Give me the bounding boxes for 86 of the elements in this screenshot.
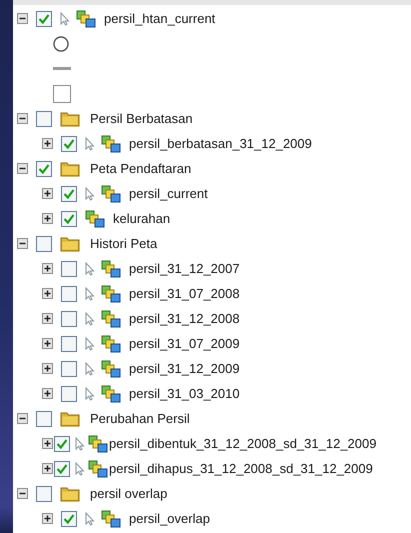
checkbox[interactable] [61,186,77,202]
expand-icon[interactable] [42,513,53,524]
layers-icon [88,460,108,478]
folder-icon [60,236,80,252]
cursor-icon[interactable] [85,186,95,200]
expand-icon[interactable] [42,388,53,399]
group-label[interactable]: Perubahan Persil [90,411,190,426]
folder-icon [60,410,80,426]
expand-icon[interactable] [42,438,53,449]
checkbox[interactable] [61,386,77,402]
layer-label[interactable]: persil_31_12_2007 [129,261,240,276]
layers-icon [101,134,121,152]
layer-label[interactable]: persil_31_12_2009 [129,361,240,376]
checkbox[interactable] [61,210,77,226]
group-label[interactable]: Histori Peta [90,236,158,251]
expand-icon[interactable] [42,138,53,149]
layer-label[interactable]: persil_dihapus_31_12_2008_sd_31_12_2009 [109,461,373,476]
folder-icon [60,486,80,502]
cursor-icon[interactable] [85,312,95,326]
checkbox[interactable] [61,336,77,352]
layer-label[interactable]: kelurahan [113,211,170,226]
cursor-icon[interactable] [85,512,95,526]
line-symbol-icon [53,67,71,70]
layer-label[interactable]: persil_31_07_2009 [129,336,240,351]
checkbox[interactable] [36,10,52,26]
layer-label[interactable]: persil_31_12_2008 [129,311,240,326]
layer-label[interactable]: persil_overlap [129,511,210,526]
collapse-icon[interactable] [17,113,28,124]
checkbox[interactable] [61,136,77,152]
group-label[interactable]: persil overlap [90,486,168,501]
folder-icon [60,160,80,176]
checkbox[interactable] [36,410,52,426]
checkbox[interactable] [61,360,77,376]
layers-icon [101,510,121,528]
checkbox[interactable] [54,460,70,476]
expand-icon[interactable] [42,338,53,349]
checkbox[interactable] [61,260,77,276]
layers-icon [101,260,121,278]
layers-icon [76,10,96,28]
collapse-icon[interactable] [17,488,28,499]
expand-icon[interactable] [42,313,53,324]
checkbox[interactable] [36,160,52,176]
layer-label[interactable]: persil_berbatasan_31_12_2009 [129,136,312,151]
layer-label[interactable]: persil_htan_current [104,11,216,26]
layers-icon [101,360,121,378]
square-symbol-icon [53,84,71,102]
collapse-icon[interactable] [17,13,28,24]
cursor-icon[interactable] [85,262,95,276]
layers-icon [101,334,121,352]
cursor-icon[interactable] [60,12,70,26]
collapse-icon[interactable] [17,413,28,424]
layers-icon [101,184,121,202]
layers-icon [101,384,121,402]
group-label[interactable]: Peta Pendaftaran [90,161,192,176]
expand-icon[interactable] [42,188,53,199]
layer-label[interactable]: persil_dibentuk_31_12_2008_sd_31_12_2009 [109,436,376,451]
expand-icon[interactable] [42,288,53,299]
checkbox[interactable] [36,110,52,126]
layers-icon [101,284,121,302]
circle-symbol-icon [53,36,69,52]
expand-icon[interactable] [42,463,53,474]
checkbox[interactable] [61,510,77,526]
checkbox[interactable] [36,236,52,252]
cursor-icon[interactable] [85,362,95,376]
folder-icon [60,110,80,126]
checkbox[interactable] [36,486,52,502]
checkbox[interactable] [54,436,70,452]
expand-icon[interactable] [42,213,53,224]
expand-icon[interactable] [42,263,53,274]
group-label[interactable]: Persil Berbatasan [90,111,193,126]
layers-icon [101,310,121,328]
cursor-icon[interactable] [85,136,95,150]
collapse-icon[interactable] [17,163,28,174]
cursor-icon[interactable] [75,462,85,476]
expand-icon[interactable] [42,363,53,374]
cursor-icon[interactable] [85,386,95,400]
checkbox[interactable] [61,310,77,326]
collapse-icon[interactable] [17,238,28,249]
cursor-icon[interactable] [75,436,85,450]
layers-icon [88,434,108,452]
checkbox[interactable] [61,286,77,302]
layer-label[interactable]: persil_31_03_2010 [129,386,240,401]
cursor-icon[interactable] [85,286,95,300]
cursor-icon[interactable] [85,336,95,350]
layer-label[interactable]: persil_current [129,186,208,201]
layer-label[interactable]: persil_31_07_2008 [129,286,240,301]
